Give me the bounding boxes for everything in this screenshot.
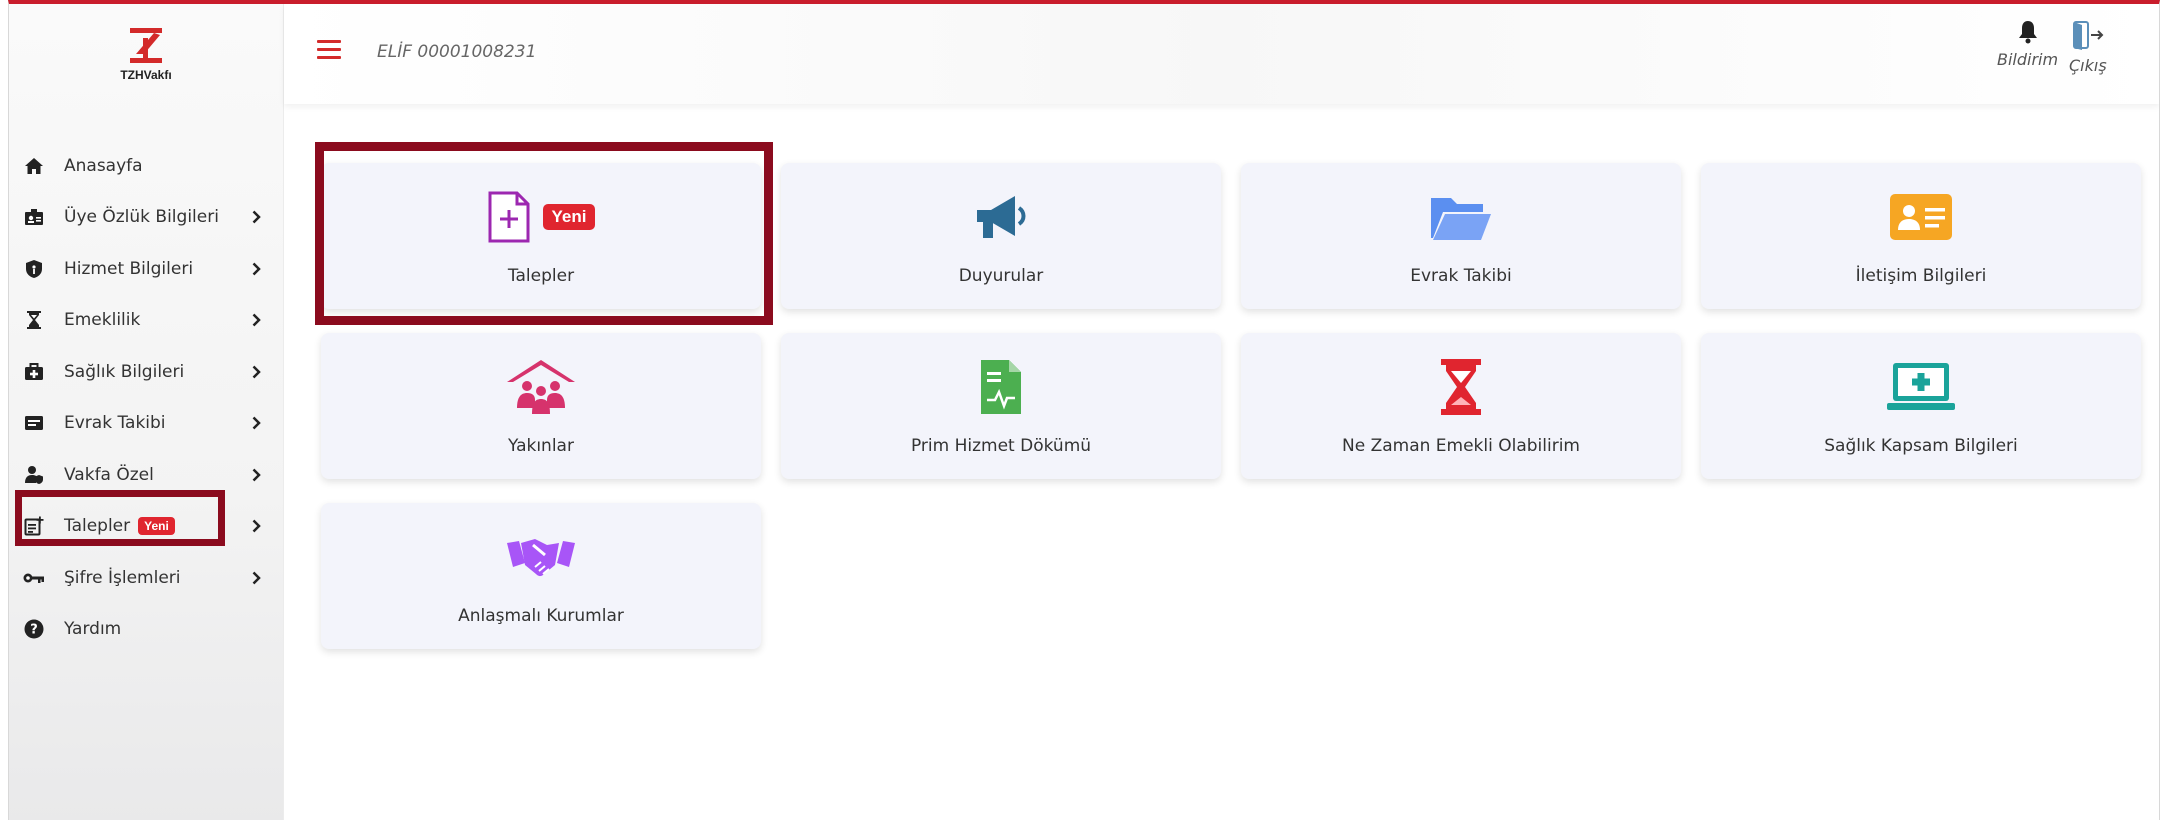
medical-file-icon	[981, 360, 1021, 414]
card-icon-wrap	[321, 357, 761, 417]
sidebar-talepler-highlight	[15, 490, 225, 546]
sidebar-item-anasayfa[interactable]: Anasayfa	[9, 140, 284, 192]
sidebar-item-emeklilik[interactable]: Emeklilik	[9, 295, 284, 347]
card-yakinlar[interactable]: Yakınlar	[321, 333, 761, 479]
hourglass-icon	[23, 309, 45, 331]
card-label: İletişim Bilgileri	[1855, 266, 1987, 286]
user-shield-icon	[23, 464, 45, 486]
notifications-label: Bildirim	[1997, 50, 2059, 69]
megaphone-icon	[977, 196, 1026, 238]
sidebar-item-label: Sağlık Bilgileri	[64, 361, 185, 382]
card-talepler-highlight	[315, 142, 773, 325]
card-icon-wrap	[781, 357, 1221, 417]
svg-text:?: ?	[30, 623, 38, 638]
id-badge-icon	[23, 206, 45, 228]
sidebar-nav: Anasayfa Üye Özlük Bilgileri Hizmet Bilg…	[9, 140, 284, 655]
sidebar-item-label: Şifre İşlemleri	[64, 567, 181, 588]
logout-icon	[2072, 21, 2104, 50]
sidebar-item-label: Vakfa Özel	[64, 464, 154, 485]
chevron-right-icon	[249, 313, 263, 327]
chevron-right-icon	[249, 416, 263, 430]
sidebar-item-hizmet-bilgileri[interactable]: Hizmet Bilgileri	[9, 243, 284, 295]
app-window: TZHVakfı Anasayfa Üye Özlük Bilgileri Hi…	[8, 0, 2160, 820]
sidebar-item-uye-ozluk-bilgileri[interactable]: Üye Özlük Bilgileri	[9, 192, 284, 244]
sidebar-item-label: Emeklilik	[64, 310, 141, 331]
sidebar-item-label: Yardım	[64, 619, 122, 640]
card-saglik-kapsam-bilgileri[interactable]: Sağlık Kapsam Bilgileri	[1701, 333, 2141, 479]
card-icon-wrap	[321, 527, 761, 587]
card-icon-wrap	[1701, 357, 2141, 417]
logout-label: Çıkış	[2069, 56, 2107, 75]
document-icon	[23, 412, 45, 434]
folder-open-icon	[1431, 198, 1491, 240]
card-icon-wrap	[1241, 357, 1681, 417]
sidebar-item-saglik-bilgileri[interactable]: Sağlık Bilgileri	[9, 346, 284, 398]
sidebar-item-label: Evrak Takibi	[64, 413, 166, 434]
top-header: ELİF 00001008231 Bildirim Çıkış	[284, 4, 2159, 104]
family-house-icon	[507, 360, 575, 414]
bell-icon	[2018, 21, 2037, 44]
key-icon	[23, 567, 45, 589]
sidebar-item-evrak-takibi[interactable]: Evrak Takibi	[9, 398, 284, 450]
sidebar-item-yardim[interactable]: ? Yardım	[9, 604, 284, 656]
tzh-logo-icon	[130, 28, 162, 63]
menu-toggle-button[interactable]	[317, 40, 341, 60]
handshake-icon	[507, 539, 575, 577]
card-duyurular[interactable]: Duyurular	[781, 163, 1221, 309]
card-icon-wrap	[1701, 187, 2141, 247]
help-icon: ?	[23, 618, 45, 640]
sidebar-item-label: Hizmet Bilgileri	[64, 258, 194, 279]
shield-icon	[23, 258, 45, 280]
laptop-medical-icon	[1887, 363, 1955, 410]
brand-name: TZHVakfı	[120, 68, 172, 82]
chevron-right-icon	[249, 365, 263, 379]
card-iletisim-bilgileri[interactable]: İletişim Bilgileri	[1701, 163, 2141, 309]
hourglass-icon	[1441, 359, 1481, 415]
card-label: Prim Hizmet Dökümü	[910, 436, 1092, 456]
card-anlasmali-kurumlar[interactable]: Anlaşmalı Kurumlar	[321, 503, 761, 649]
chevron-right-icon	[249, 519, 263, 533]
card-ne-zaman-emekli-olabilirim[interactable]: Ne Zaman Emekli Olabilirim	[1241, 333, 1681, 479]
card-label: Duyurular	[958, 266, 1044, 286]
user-identifier: ELİF 00001008231	[377, 42, 537, 62]
sidebar: TZHVakfı Anasayfa Üye Özlük Bilgileri Hi…	[9, 4, 284, 820]
notifications-button[interactable]: Bildirim	[1997, 20, 2058, 69]
card-evrak-takibi[interactable]: Evrak Takibi	[1241, 163, 1681, 309]
card-icon-wrap	[781, 187, 1221, 247]
card-label: Yakınlar	[508, 436, 574, 456]
logout-button[interactable]: Çıkış	[2069, 20, 2107, 75]
home-icon	[23, 155, 45, 177]
card-label: Anlaşmalı Kurumlar	[458, 606, 624, 626]
card-label: Sağlık Kapsam Bilgileri	[1824, 436, 2018, 456]
chevron-right-icon	[249, 210, 263, 224]
contact-card-icon	[1890, 194, 1952, 240]
chevron-right-icon	[249, 571, 263, 585]
sidebar-item-label: Anasayfa	[64, 155, 143, 176]
sidebar-item-sifre-islemleri[interactable]: Şifre İşlemleri	[9, 552, 284, 604]
medical-kit-icon	[23, 361, 45, 383]
chevron-right-icon	[249, 262, 263, 276]
card-icon-wrap	[1241, 187, 1681, 247]
card-label: Ne Zaman Emekli Olabilirim	[1341, 436, 1580, 456]
card-prim-hizmet-dokumu[interactable]: Prim Hizmet Dökümü	[781, 333, 1221, 479]
chevron-right-icon	[249, 468, 263, 482]
card-label: Evrak Takibi	[1410, 266, 1512, 286]
brand-logo[interactable]: TZHVakfı	[9, 4, 283, 104]
sidebar-item-label: Üye Özlük Bilgileri	[64, 207, 219, 228]
